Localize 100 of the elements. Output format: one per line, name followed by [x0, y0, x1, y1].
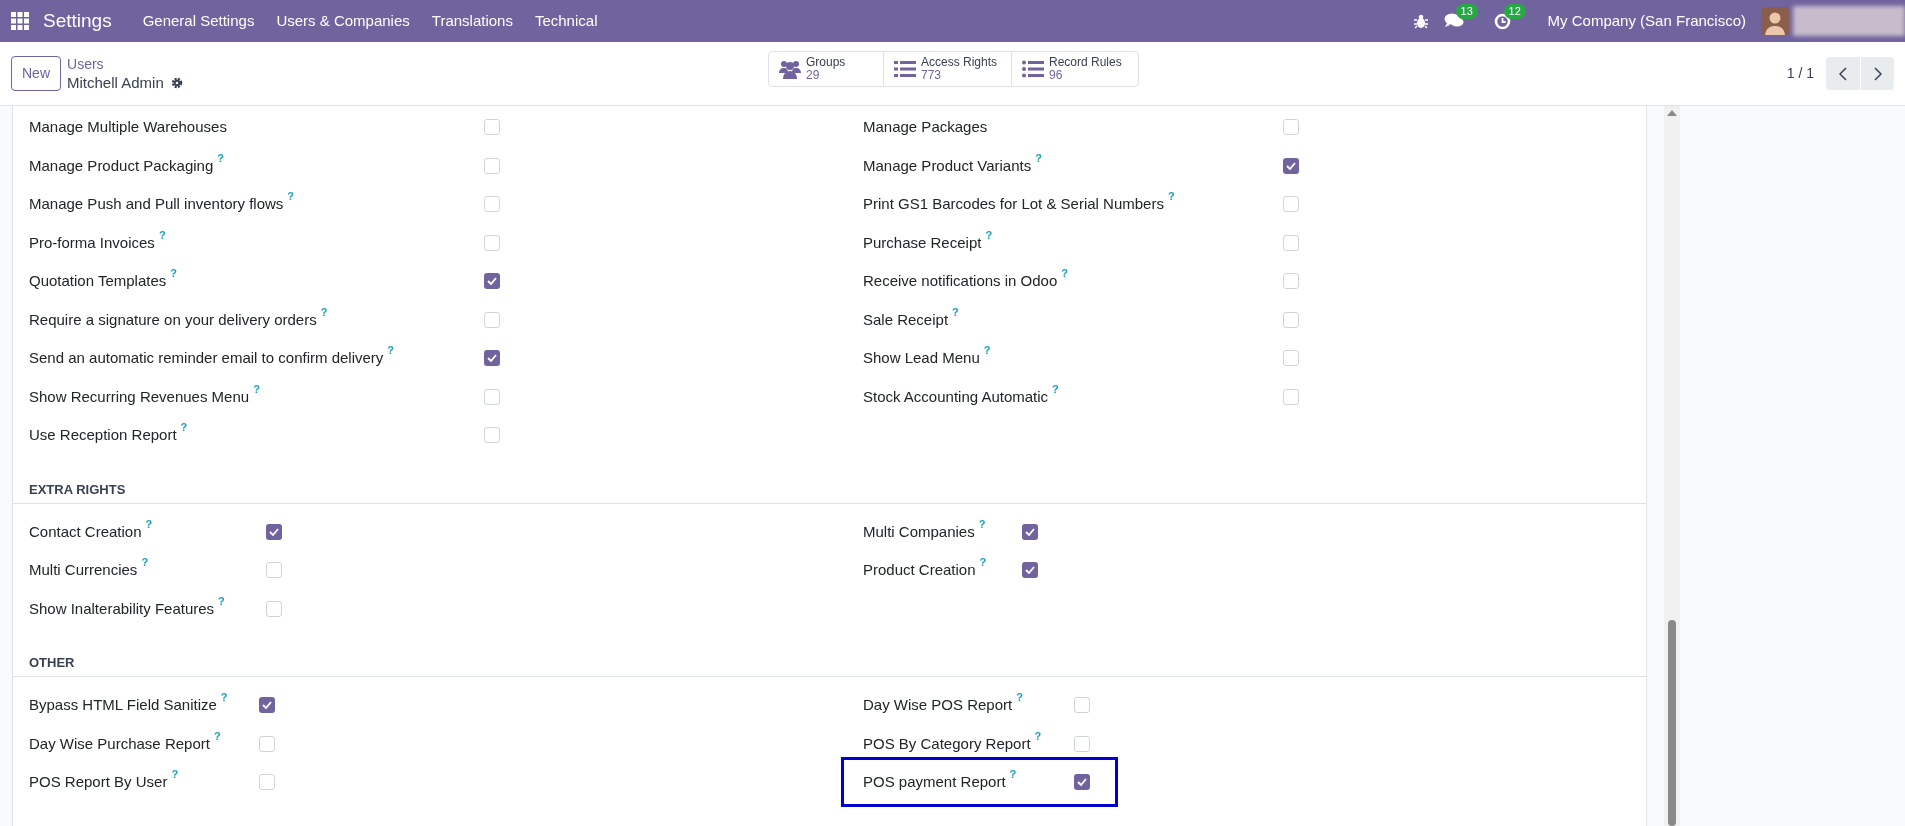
help-mark[interactable]: ?: [985, 228, 993, 241]
chevron-left-icon: [1839, 66, 1847, 81]
previous-button[interactable]: [1826, 57, 1860, 90]
smart-button-label: Access Rights: [921, 56, 998, 69]
checkbox[interactable]: [1074, 697, 1090, 714]
checkbox[interactable]: [1283, 311, 1299, 328]
checkbox[interactable]: [1283, 157, 1299, 174]
field-label: Manage Product Packaging: [29, 155, 214, 176]
smart-button[interactable]: Groups 29: [769, 52, 883, 86]
checkbox[interactable]: [484, 350, 500, 367]
clock-icon[interactable]: [1493, 12, 1511, 30]
help-mark[interactable]: ?: [213, 729, 221, 742]
help-mark[interactable]: ?: [979, 556, 987, 568]
checkbox[interactable]: [1074, 774, 1090, 791]
smart-button[interactable]: Record Rules 96: [1011, 52, 1138, 86]
help-mark[interactable]: ?: [1167, 190, 1175, 202]
checkbox[interactable]: [266, 562, 282, 579]
help-mark[interactable]: ?: [387, 344, 395, 356]
help-mark[interactable]: ?: [983, 344, 991, 356]
check-icon: [262, 701, 272, 710]
record-name: Mitchell Admin: [67, 72, 164, 93]
help-mark[interactable]: ?: [171, 768, 179, 780]
menu-item[interactable]: Translations: [420, 9, 524, 33]
scroll-up-icon[interactable]: [1667, 110, 1677, 116]
help-mark[interactable]: ?: [320, 305, 328, 318]
bug-icon[interactable]: [1413, 13, 1428, 29]
checkbox[interactable]: [484, 119, 500, 136]
checkbox[interactable]: [1283, 196, 1299, 213]
help-mark[interactable]: ?: [978, 517, 986, 530]
checkbox[interactable]: [259, 697, 275, 714]
help-mark[interactable]: ?: [158, 228, 166, 241]
field-label: Receive notifications in Odoo: [863, 271, 1058, 291]
checkbox[interactable]: [259, 735, 275, 752]
checkbox[interactable]: [266, 600, 282, 617]
checkbox[interactable]: [484, 157, 500, 174]
list-icon: [1022, 60, 1044, 78]
check-icon: [269, 527, 279, 536]
checkbox[interactable]: [484, 196, 500, 213]
help-mark[interactable]: ?: [952, 305, 959, 318]
smart-button-count: 29: [806, 69, 820, 82]
help-mark[interactable]: ?: [220, 691, 228, 703]
checkbox[interactable]: [1022, 523, 1038, 540]
help-mark[interactable]: ?: [1016, 691, 1023, 703]
section-heading: OTHER: [29, 654, 75, 673]
field-label: POS payment Report: [863, 772, 1006, 792]
breadcrumb-link[interactable]: Users: [67, 54, 183, 73]
smart-button-label: Groups: [806, 56, 846, 69]
app-title[interactable]: Settings: [43, 6, 112, 36]
field-label: Show Lead Menu: [863, 348, 980, 368]
smart-button[interactable]: Access Rights 773: [883, 52, 1011, 86]
field-label: Day Wise POS Report: [863, 695, 1013, 715]
checkbox[interactable]: [484, 388, 500, 405]
help-mark[interactable]: ?: [1035, 151, 1042, 164]
new-button[interactable]: New: [11, 56, 61, 91]
menu-item[interactable]: Technical: [523, 9, 609, 33]
checkbox[interactable]: [1283, 388, 1299, 405]
help-mark[interactable]: ?: [287, 190, 295, 202]
checkbox[interactable]: [484, 273, 500, 290]
menu-item[interactable]: General Settings: [131, 9, 266, 33]
checkbox[interactable]: [266, 523, 282, 540]
checkbox[interactable]: [484, 234, 500, 251]
settings-icon[interactable]: [170, 76, 183, 89]
checkbox[interactable]: [1283, 119, 1299, 136]
field-label: Print GS1 Barcodes for Lot & Serial Numbers: [863, 194, 1164, 214]
checkbox[interactable]: [484, 311, 500, 328]
section-heading: EXTRA RIGHTS: [29, 480, 126, 499]
checkbox[interactable]: [259, 774, 275, 791]
help-mark[interactable]: ?: [1034, 729, 1042, 742]
checkbox[interactable]: [1283, 273, 1299, 290]
help-mark[interactable]: ?: [1061, 267, 1068, 279]
scrollbar-thumb[interactable]: [1668, 620, 1676, 826]
help-mark[interactable]: ?: [253, 382, 260, 395]
checkbox[interactable]: [484, 427, 500, 444]
company-switcher[interactable]: My Company (San Francisco): [1547, 9, 1746, 33]
smart-button-count: 96: [1049, 69, 1064, 82]
apps-menu-icon[interactable]: [11, 12, 29, 30]
help-mark[interactable]: ?: [145, 517, 153, 530]
field-label: Manage Push and Pull inventory flows: [29, 194, 284, 214]
check-icon: [1025, 566, 1035, 575]
scrollbar[interactable]: [1664, 106, 1680, 826]
checkbox[interactable]: [1283, 234, 1299, 251]
help-mark[interactable]: ?: [218, 594, 225, 607]
field-label: Show Recurring Revenues Menu: [29, 386, 250, 407]
field-label: Pro-forma Invoices: [29, 232, 155, 253]
menu-item[interactable]: Users & Companies: [265, 9, 421, 33]
help-mark[interactable]: ?: [141, 556, 149, 568]
help-mark[interactable]: ?: [170, 267, 178, 279]
help-mark[interactable]: ?: [180, 421, 188, 433]
checkbox[interactable]: [1074, 735, 1090, 752]
help-mark[interactable]: ?: [1052, 382, 1059, 395]
checkbox[interactable]: [1022, 562, 1038, 579]
help-mark[interactable]: ?: [217, 151, 225, 164]
field-label: POS Report By User: [29, 772, 168, 792]
checkbox[interactable]: [1283, 350, 1299, 367]
help-mark[interactable]: ?: [1009, 768, 1017, 780]
next-button[interactable]: [1860, 57, 1894, 90]
avatar[interactable]: [1761, 7, 1789, 35]
check-icon: [487, 354, 497, 363]
check-icon: [1025, 527, 1035, 536]
users-icon: [779, 59, 801, 79]
